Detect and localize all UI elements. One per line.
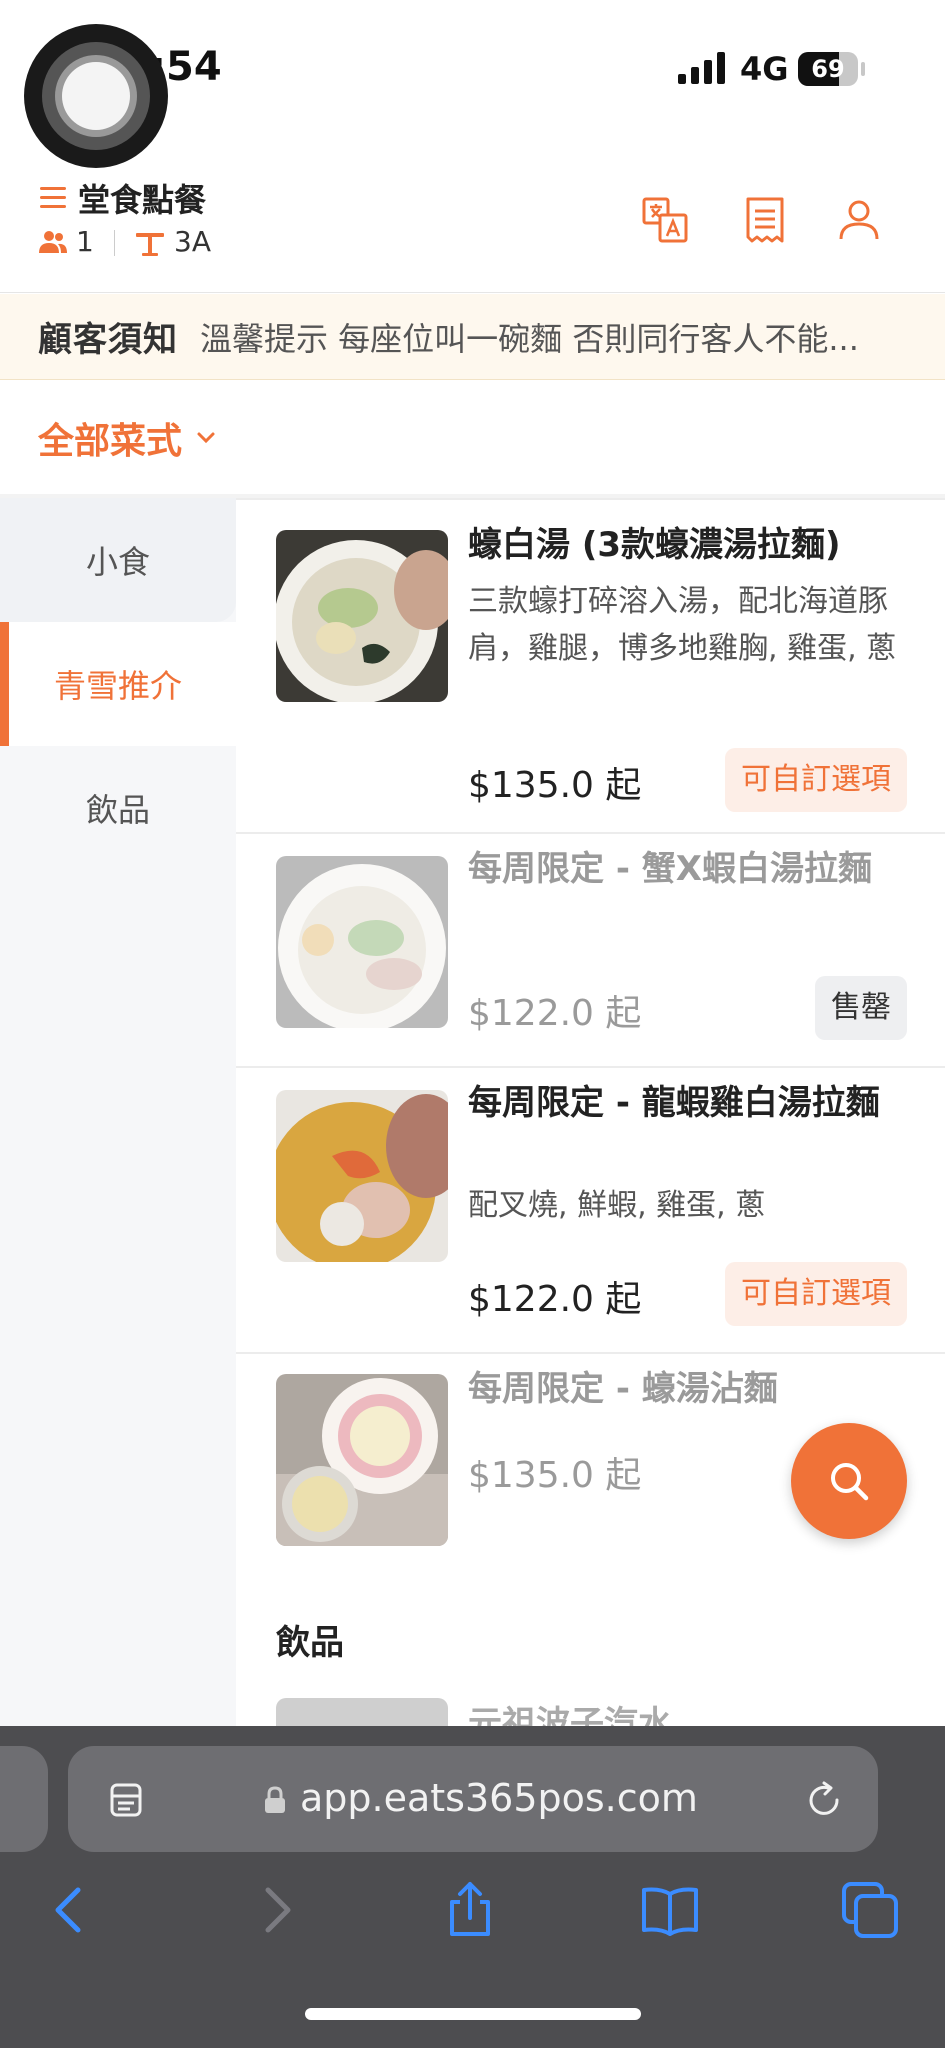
previous-tab[interactable] (0, 1746, 48, 1852)
signal-icon (678, 52, 725, 84)
notice-label: 顧客須知 (38, 320, 178, 360)
item-name: 每周限定 - 龍蝦雞白湯拉麵 (468, 1083, 880, 1123)
category-dropdown[interactable]: 全部菜式 (38, 408, 216, 468)
menu-item: 每周限定 - 蟹X蝦白湯拉麵 $122.0 起 售罄 (236, 834, 945, 1068)
battery-icon: 69 (798, 52, 858, 86)
forward-icon[interactable] (246, 1880, 306, 1940)
item-description: 配叉燒, 鮮蝦, 雞蛋, 蔥 (468, 1188, 766, 1223)
guest-count: 1 (76, 225, 94, 258)
dish-image (276, 1374, 448, 1546)
sold-out-badge: 售罄 (815, 976, 907, 1040)
item-name: 每周限定 - 蟹X蝦白湯拉麵 (468, 849, 872, 889)
dish-image (276, 1698, 448, 1726)
item-description: 三款蠔打碎溶入湯，配北海道豚肩，雞腿，博多地雞胸, 雞蛋, 蔥 (468, 584, 897, 666)
receipt-icon[interactable] (740, 195, 790, 245)
dish-image (276, 1090, 448, 1262)
menu-icon[interactable] (40, 187, 66, 209)
app-header: 堂食點餐 1 3A (0, 165, 945, 293)
dish-image (276, 530, 448, 702)
divider (114, 230, 115, 256)
network-type: 4G (740, 50, 789, 88)
back-icon[interactable] (40, 1880, 100, 1940)
category-dropdown-label: 全部菜式 (38, 421, 183, 462)
lock-icon (265, 1786, 285, 1813)
customizable-badge: 可自訂選項 (725, 748, 907, 812)
menu-list: 蠔白湯 (3款蠔濃湯拉麵) 三款蠔打碎溶入湯，配北海道豚肩，雞腿，博多地雞胸, … (236, 498, 945, 1726)
item-price: $122.0 起 (468, 1279, 642, 1320)
section-title-drinks: 飲品 (276, 1623, 344, 1663)
translate-icon[interactable] (640, 195, 690, 245)
guests-icon (39, 231, 67, 253)
menu-item[interactable]: 蠔白湯 (3款蠔濃湯拉麵) 三款蠔打碎溶入湯，配北海道豚肩，雞腿，博多地雞胸, … (236, 498, 945, 834)
menu-item[interactable]: 每周限定 - 龍蝦雞白湯拉麵 配叉燒, 鮮蝦, 雞蛋, 蔥 $122.0 起 可… (236, 1068, 945, 1354)
sidebar-item-snacks[interactable]: 小食 (0, 498, 236, 622)
reader-icon[interactable] (108, 1782, 144, 1818)
customizable-badge: 可自訂選項 (725, 1262, 907, 1326)
page-title: 堂食點餐 (78, 181, 207, 219)
search-button[interactable] (791, 1423, 907, 1539)
item-name: 每周限定 - 蠔湯沾麵 (468, 1369, 778, 1409)
search-icon (831, 1463, 869, 1501)
home-indicator (305, 2008, 641, 2020)
sidebar-item-recommended[interactable]: 青雪推介 (0, 622, 236, 746)
assistive-touch-button[interactable] (24, 24, 168, 168)
dish-image (276, 856, 448, 1028)
user-icon[interactable] (834, 195, 884, 245)
item-name: 蠔白湯 (3款蠔濃湯拉麵) (468, 525, 841, 565)
status-bar: :54 4G 69 (0, 0, 945, 168)
url-text: app.eats365pos.com (300, 1776, 698, 1820)
tabs-icon[interactable] (840, 1880, 900, 1940)
item-price: $135.0 起 (468, 765, 642, 806)
notice-text: 溫馨提示 每座位叫一碗麵 否則同行客人不能... (200, 319, 859, 358)
reload-icon[interactable] (804, 1780, 844, 1820)
address-bar[interactable]: app.eats365pos.com (68, 1746, 878, 1852)
item-price: $135.0 起 (468, 1455, 642, 1496)
browser-toolbar: app.eats365pos.com (0, 1726, 945, 2048)
battery-tip (861, 62, 865, 76)
bookmarks-icon[interactable] (640, 1880, 700, 1940)
table-number: 3A (174, 225, 211, 258)
sidebar-item-drinks[interactable]: 飲品 (0, 746, 236, 870)
item-name: 元祖波子汽水 (468, 1704, 672, 1726)
table-icon (136, 233, 164, 256)
category-sidebar: 小食 青雪推介 飲品 (0, 498, 236, 1726)
battery-level: 69 (811, 55, 845, 83)
chevron-down-icon (197, 432, 215, 444)
share-icon[interactable] (440, 1880, 500, 1940)
item-price: $122.0 起 (468, 993, 642, 1034)
customer-notice-bar[interactable]: 顧客須知 溫馨提示 每座位叫一碗麵 否則同行客人不能... (0, 294, 945, 380)
